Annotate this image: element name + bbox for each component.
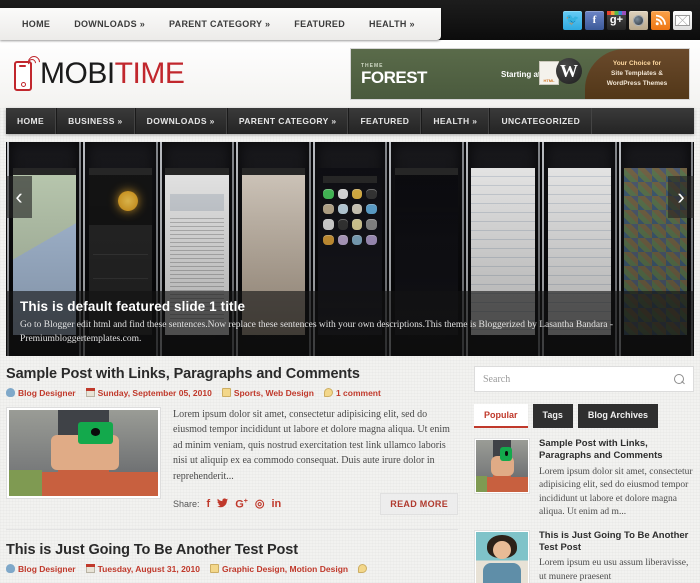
popular-post-title[interactable]: Sample Post with Links, Paragraphs and C… <box>539 438 694 463</box>
comment-icon <box>323 388 333 398</box>
ad-wordpress-icon: W <box>556 58 582 84</box>
comment-icon <box>358 564 368 574</box>
top-bar: HOME DOWNLOADS » PARENT CATEGORY » FEATU… <box>0 0 700 40</box>
folder-icon <box>221 388 231 398</box>
popular-post-title[interactable]: This is Just Going To Be Another Test Po… <box>539 530 694 555</box>
post-title[interactable]: Sample Post with Links, Paragraphs and C… <box>6 366 458 383</box>
content-columns: Sample Post with Links, Paragraphs and C… <box>6 366 694 583</box>
read-more-button[interactable]: READ MORE <box>380 493 458 516</box>
post-divider <box>6 529 458 531</box>
nav-item-business[interactable]: BUSINESS » <box>56 108 135 134</box>
nav-item-featured[interactable]: FEATURED <box>348 108 422 134</box>
share-links: Share: f G+ ◎ in <box>173 498 281 511</box>
ad-tagline: Your Choice for Site Templates & WordPre… <box>585 49 689 99</box>
post-title[interactable]: This is Just Going To Be Another Test Po… <box>6 542 458 559</box>
post-categories[interactable]: Graphic Design, Motion Design <box>209 564 348 574</box>
main-content: Sample Post with Links, Paragraphs and C… <box>6 366 458 583</box>
share-twitter-icon[interactable] <box>217 498 229 511</box>
nav-item-parent-category[interactable]: PARENT CATEGORY » <box>226 108 349 134</box>
topnav-item-home[interactable]: HOME <box>18 19 62 29</box>
logo-text-part1: MOBI <box>40 57 115 90</box>
post-item: This is Just Going To Be Another Test Po… <box>6 542 458 574</box>
post-item: Sample Post with Links, Paragraphs and C… <box>6 366 458 516</box>
tab-blog-archives[interactable]: Blog Archives <box>577 404 659 428</box>
post-excerpt: Lorem ipsum dolor sit amet, consectetur … <box>173 408 450 482</box>
topnav-item-featured[interactable]: FEATURED <box>282 19 357 29</box>
instagram-icon[interactable] <box>629 10 648 30</box>
googleplus-icon[interactable]: g+ <box>607 10 626 30</box>
post-categories[interactable]: Sports, Web Design <box>221 388 314 398</box>
tab-tags[interactable]: Tags <box>532 404 573 428</box>
nav-item-home[interactable]: HOME <box>6 108 57 134</box>
rss-icon[interactable] <box>651 10 670 30</box>
folder-icon <box>209 564 219 574</box>
share-googleplus-icon[interactable]: G+ <box>235 498 248 511</box>
twitter-icon[interactable]: 🐦 <box>563 10 582 30</box>
post-meta: Blog Designer Sunday, September 05, 2010… <box>6 388 458 398</box>
social-links: 🐦 f g+ <box>555 0 700 40</box>
logo-text: MOBITIME <box>40 57 185 90</box>
top-navigation: HOME DOWNLOADS » PARENT CATEGORY » FEATU… <box>0 8 441 40</box>
slider-description: Go to Blogger edit html and find these s… <box>20 320 614 344</box>
search-box[interactable] <box>474 366 694 392</box>
ad-tagline-line1: Your Choice for <box>612 60 662 68</box>
advertisement-banner[interactable]: THEME FOREST Starting at just $10 ➤ HTML… <box>350 48 690 100</box>
facebook-icon[interactable]: f <box>585 10 604 30</box>
topnav-item-downloads[interactable]: DOWNLOADS » <box>62 19 157 29</box>
popular-post-excerpt: Lorem ipsum dolor sit amet, consectetur … <box>539 466 693 518</box>
ad-brand: THEME FOREST <box>351 49 501 99</box>
site-header: MOBITIME THEME FOREST Starting at just $… <box>0 40 700 108</box>
list-item[interactable]: Sample Post with Links, Paragraphs and C… <box>474 438 694 520</box>
ad-brand-large: FOREST <box>361 67 427 87</box>
nav-item-health[interactable]: HEALTH » <box>421 108 490 134</box>
calendar-icon <box>85 388 95 398</box>
sidebar-tabs: Popular Tags Blog Archives <box>474 404 694 428</box>
user-icon <box>6 388 15 398</box>
slider-caption: This is default featured slide 1 title G… <box>6 291 694 356</box>
post-author[interactable]: Blog Designer <box>6 564 76 574</box>
sidebar: Popular Tags Blog Archives Sample Post w… <box>474 366 694 583</box>
nav-item-uncategorized[interactable]: UNCATEGORIZED <box>489 108 593 134</box>
tab-popular[interactable]: Popular <box>474 404 528 428</box>
post-comments[interactable]: 1 comment <box>323 388 381 398</box>
post-share-row: Share: f G+ ◎ in READ MORE <box>173 493 458 516</box>
popular-post-thumbnail[interactable] <box>474 529 530 583</box>
mobile-phone-icon <box>14 53 43 91</box>
user-icon <box>6 564 15 574</box>
email-icon[interactable] <box>673 10 692 30</box>
slider-title[interactable]: This is default featured slide 1 title <box>20 299 680 314</box>
topnav-item-health[interactable]: HEALTH » <box>357 19 427 29</box>
post-date: Tuesday, August 31, 2010 <box>85 564 200 574</box>
post-comments[interactable] <box>358 564 368 574</box>
share-pinterest-icon[interactable]: ◎ <box>255 498 265 510</box>
search-input[interactable] <box>483 373 674 385</box>
search-icon[interactable] <box>674 373 685 385</box>
site-logo[interactable]: MOBITIME <box>14 53 185 91</box>
share-linkedin-icon[interactable]: in <box>271 498 281 510</box>
ad-tagline-line3: WordPress Themes <box>606 79 668 87</box>
share-label: Share: <box>173 499 200 510</box>
post-date: Sunday, September 05, 2010 <box>85 388 212 398</box>
post-thumbnail[interactable] <box>6 406 161 499</box>
post-author[interactable]: Blog Designer <box>6 388 76 398</box>
featured-slider: ‹ › This is default featured slide 1 tit… <box>6 142 694 356</box>
logo-text-part2: TIME <box>114 57 185 90</box>
popular-post-thumbnail[interactable] <box>474 438 530 494</box>
topnav-item-parent-category[interactable]: PARENT CATEGORY » <box>157 19 282 29</box>
list-item[interactable]: This is Just Going To Be Another Test Po… <box>474 529 694 583</box>
nav-item-downloads[interactable]: DOWNLOADS » <box>134 108 227 134</box>
calendar-icon <box>85 564 95 574</box>
slider-next-arrow[interactable]: › <box>668 176 694 218</box>
share-facebook-icon[interactable]: f <box>207 498 211 510</box>
post-body: Lorem ipsum dolor sit amet, consectetur … <box>6 406 458 516</box>
post-meta: Blog Designer Tuesday, August 31, 2010 G… <box>6 564 458 574</box>
page-wrapper: HOME DOWNLOADS » PARENT CATEGORY » FEATU… <box>0 0 700 583</box>
slider-prev-arrow[interactable]: ‹ <box>6 176 32 218</box>
ad-tagline-line2: Site Templates & <box>611 70 663 78</box>
popular-post-excerpt: Lorem ipsum eu usu assum liberavisse, ut… <box>539 558 689 582</box>
main-navigation: HOME BUSINESS » DOWNLOADS » PARENT CATEG… <box>6 108 694 134</box>
